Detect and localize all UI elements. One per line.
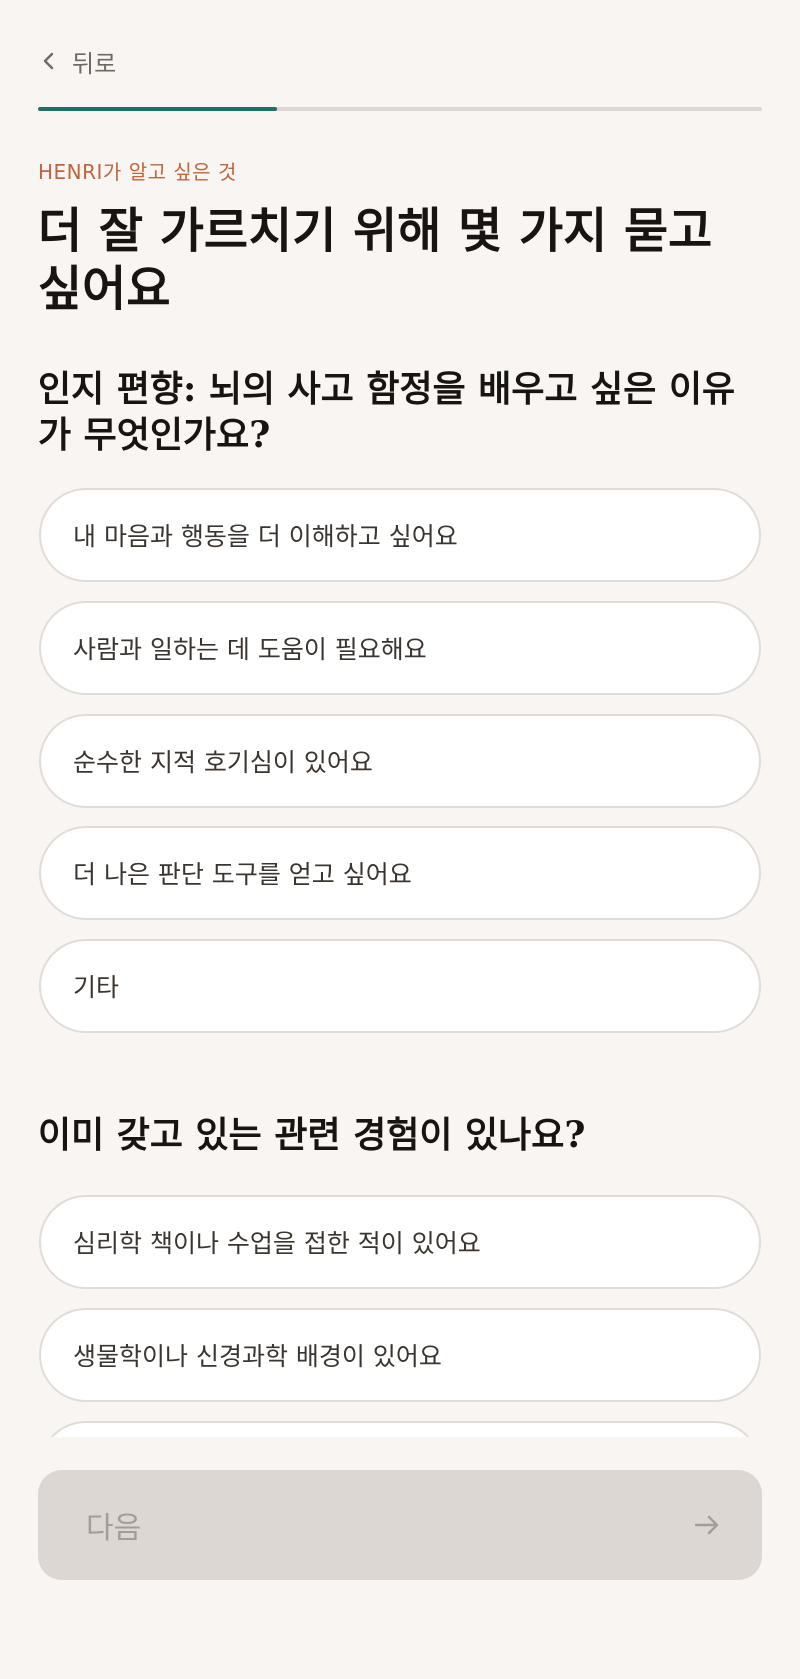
next-button[interactable]: 다음 — [38, 1470, 762, 1580]
option-work-with-people[interactable]: 사람과 일하는 데 도움이 필요해요 — [39, 601, 761, 695]
option-label: 더 나은 판단 도구를 얻고 싶어요 — [73, 860, 412, 889]
question-title-experience: 이미 갖고 있는 관련 경험이 있나요? — [38, 1114, 586, 1156]
option-judgment-tools[interactable]: 더 나은 판단 도구를 얻고 싶어요 — [39, 826, 761, 920]
option-other[interactable]: 기타 — [39, 939, 761, 1033]
option-biology-background[interactable]: 생물학이나 신경과학 배경이 있어요 — [39, 1308, 761, 1402]
option-understand-mind[interactable]: 내 마음과 행동을 더 이해하고 싶어요 — [39, 488, 761, 582]
option-label: 생물학이나 신경과학 배경이 있어요 — [73, 1342, 442, 1371]
option-label: 내 마음과 행동을 더 이해하고 싶어요 — [73, 522, 458, 551]
page-title: 더 잘 가르치기 위해 몇 가지 묻고 싶어요 — [38, 203, 713, 317]
option-psychology-books[interactable]: 심리학 책이나 수업을 접한 적이 있어요 — [39, 1195, 761, 1289]
back-label: 뒤로 — [72, 49, 117, 78]
option-label: 순수한 지적 호기심이 있어요 — [73, 748, 373, 777]
option-curiosity[interactable]: 순수한 지적 호기심이 있어요 — [39, 714, 761, 808]
option-label: 심리학 책이나 수업을 접한 적이 있어요 — [73, 1229, 481, 1258]
option-label: 사람과 일하는 데 도움이 필요해요 — [73, 635, 427, 664]
progress-fill — [38, 107, 277, 111]
option-label: 기타 — [73, 973, 120, 1002]
next-label: 다음 — [86, 1511, 142, 1546]
arrow-right-icon — [694, 1515, 719, 1535]
chevron-left-icon — [43, 52, 54, 70]
question-title-motivation: 인지 편향: 뇌의 사고 함정을 배우고 싶은 이유가 무엇인가요? — [38, 368, 736, 456]
back-button[interactable]: 뒤로 — [38, 44, 116, 78]
eyebrow-label: HENRI가 알고 싶은 것 — [38, 160, 237, 184]
progress-bar — [38, 107, 762, 111]
